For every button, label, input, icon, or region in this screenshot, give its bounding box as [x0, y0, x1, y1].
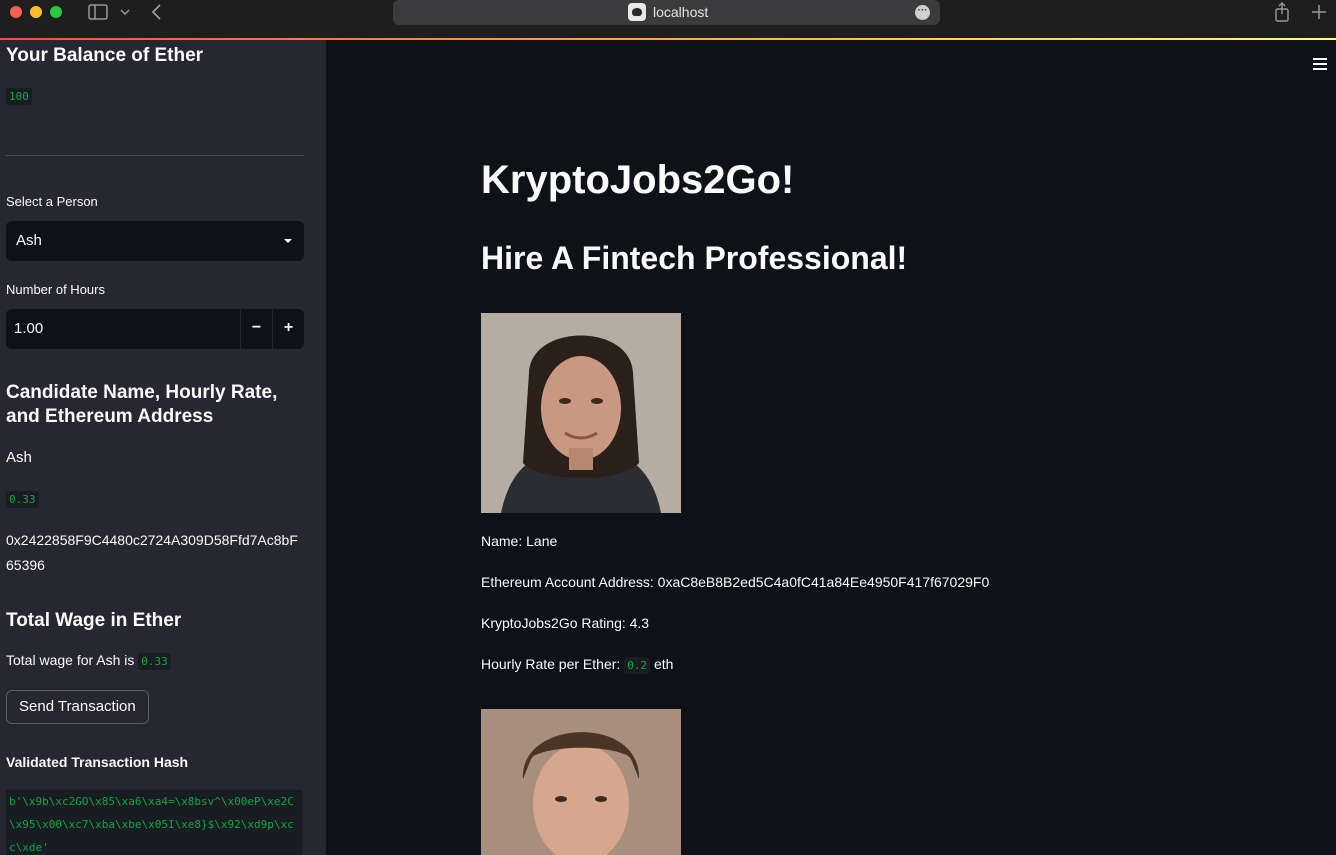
candidate-card-name: Name: Lane [481, 533, 558, 549]
divider [6, 155, 304, 156]
sidebar: Your Balance of Ether 100 Select a Perso… [0, 40, 326, 855]
candidate-card-rate: Hourly Rate per Ether: 0.2 eth [481, 656, 673, 674]
candidate-photo [481, 313, 681, 513]
select-person-value: Ash [16, 232, 42, 249]
minimize-window-button[interactable] [30, 6, 42, 18]
select-person-dropdown[interactable]: Ash [6, 221, 304, 261]
page-title: KryptoJobs2Go! [481, 158, 795, 202]
decrement-button[interactable]: − [240, 309, 272, 349]
menu-icon[interactable] [1313, 58, 1327, 73]
close-window-button[interactable] [10, 6, 22, 18]
new-tab-icon[interactable] [1311, 4, 1327, 20]
candidate-rate: 0.33 [6, 491, 39, 508]
hours-input[interactable]: 1.00 [14, 320, 43, 337]
share-icon[interactable] [1274, 2, 1290, 22]
hash-heading: Validated Transaction Hash [6, 754, 189, 770]
candidate-photo [481, 709, 681, 855]
rate-value: 0.2 [624, 657, 651, 674]
browser-toolbar: localhost ··· [0, 0, 1336, 38]
wage-value: 0.33 [138, 653, 171, 670]
wage-line: Total wage for Ash is 0.33 [6, 652, 171, 670]
sidebar-toggle-icon[interactable] [88, 4, 108, 20]
candidate-heading: Candidate Name, Hourly Rate, and Ethereu… [6, 382, 278, 427]
address-bar[interactable]: localhost ··· [393, 0, 940, 25]
wage-heading: Total Wage in Ether [6, 610, 182, 631]
balance-heading: Your Balance of Ether [6, 45, 204, 66]
rate-label: Hourly Rate per Ether: [481, 656, 621, 672]
site-favicon-icon [628, 3, 646, 21]
back-arrow-icon[interactable] [150, 3, 162, 21]
balance-value: 100 [6, 88, 32, 105]
candidate-card-address: Ethereum Account Address: 0xaC8eB8B2ed5C… [481, 574, 990, 590]
hours-stepper: 1.00 − + [6, 309, 304, 349]
chevron-down-icon [284, 239, 292, 243]
url-text: localhost [653, 4, 709, 20]
send-transaction-button[interactable]: Send Transaction [6, 690, 149, 724]
hours-label: Number of Hours [6, 282, 105, 297]
more-options-icon[interactable]: ··· [915, 5, 930, 20]
candidate-address: 0x2422858F9C4480c2724A309D58Ffd7Ac8bF653… [6, 532, 298, 573]
maximize-window-button[interactable] [50, 6, 62, 18]
wage-text: Total wage for Ash is [6, 652, 135, 668]
rate-unit: eth [653, 656, 674, 672]
page-subtitle: Hire A Fintech Professional! [481, 240, 908, 276]
candidate-name: Ash [6, 449, 32, 466]
transaction-hash: b'\x9b\xc2GO\x85\xa6\xa4=\x8bsv^\x00eP\x… [6, 790, 302, 855]
increment-button[interactable]: + [272, 309, 304, 349]
select-person-label: Select a Person [6, 194, 98, 209]
chevron-down-icon[interactable] [120, 8, 130, 16]
candidate-card-rating: KryptoJobs2Go Rating: 4.3 [481, 615, 650, 631]
